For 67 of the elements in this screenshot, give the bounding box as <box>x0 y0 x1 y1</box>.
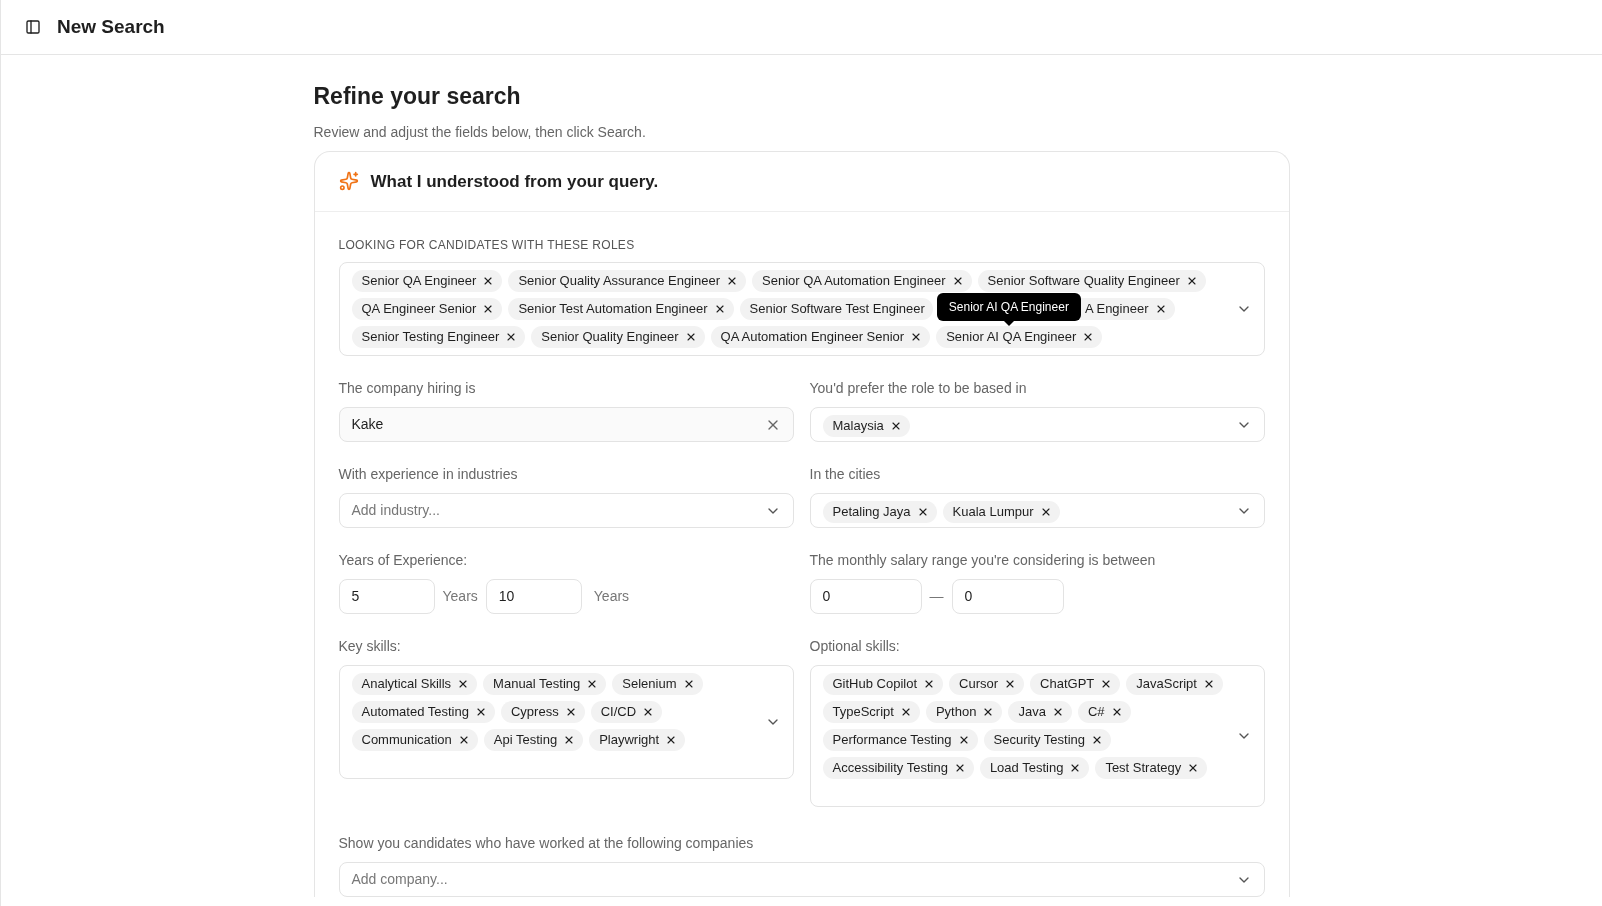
section-label: LOOKING FOR CANDIDATES WITH THESE ROLES <box>338 237 636 254</box>
tag-chip[interactable]: Selenium <box>612 673 703 695</box>
company-history-field[interactable]: Add company... <box>338 862 1265 897</box>
tag-chip[interactable]: CI/CD <box>590 701 663 723</box>
tag-chip[interactable]: Senior QA Engineer <box>351 270 503 292</box>
number-field[interactable]: 5 <box>338 579 435 614</box>
tag-chip[interactable]: Senior Software Quality Engineer <box>977 270 1206 292</box>
tag-chip[interactable]: Senior AI QA Engineer <box>936 326 1103 348</box>
field-label: The company hiring is <box>338 379 477 398</box>
tag-chip[interactable]: ChatGPT <box>1030 673 1121 695</box>
range-separator: — <box>929 587 944 606</box>
company-field[interactable]: Kake <box>338 407 794 442</box>
tag-chip[interactable]: TypeScript <box>822 701 920 723</box>
unit-label: Years <box>442 587 478 606</box>
field-label: Key skills: <box>338 637 402 656</box>
field-label: Show you candidates who have worked at the following companies <box>338 834 755 853</box>
tag-chip[interactable]: QA Automation Engineer Senior <box>710 326 931 348</box>
tag-chip[interactable]: JavaScript <box>1126 673 1223 695</box>
page-title: New Search <box>57 14 165 39</box>
tag-input-field[interactable]: Malaysia <box>809 407 1265 442</box>
tag-chip[interactable]: Cursor <box>949 673 1025 695</box>
tag-chip[interactable]: Senior Testing Engineer <box>351 326 526 348</box>
tag-chip[interactable]: GitHub Copilot <box>822 673 944 695</box>
tag-input-field[interactable]: Petaling Jaya Kuala Lumpur <box>809 493 1265 528</box>
sidebar-toggle-icon[interactable] <box>25 19 41 35</box>
tag-chip[interactable]: Manual Testing <box>483 673 607 695</box>
tag-chip[interactable]: QA Engineer Senior <box>351 298 503 320</box>
tag-chip[interactable]: Load Testing <box>979 757 1090 779</box>
tag-chip[interactable]: Senior Test Automation Engineer <box>508 298 734 320</box>
tag-input-field[interactable]: GitHub Copilot Cursor ChatGPT JavaScript TypeScript Python Java C# Performance Testing Security Testing Accessibility Testing Load Testing Test Strategy <box>809 665 1265 807</box>
field-label: Optional skills: <box>809 637 901 656</box>
tag-chip[interactable]: Senior Quality Engineer <box>531 326 705 348</box>
tag-chip[interactable]: Communication <box>351 729 478 751</box>
tag-chip[interactable]: Api Testing <box>483 729 584 751</box>
number-field[interactable]: 10 <box>485 579 582 614</box>
tag-chip[interactable]: Senior Software Test Engineer <box>739 298 933 320</box>
tag-chip[interactable]: C# <box>1077 701 1131 723</box>
tag-chip[interactable]: Accessibility Testing <box>822 757 974 779</box>
tag-chip[interactable]: Analytical Skills <box>351 673 478 695</box>
tag-chip[interactable]: Petaling Jaya <box>822 501 937 523</box>
tag-chip[interactable]: Playwright <box>589 729 686 751</box>
tag-chip[interactable]: Senior Quality Assurance Engineer <box>508 270 747 292</box>
tag-chip[interactable]: Java <box>1008 701 1072 723</box>
unit-label: Years <box>593 587 630 606</box>
page-subheading: Review and adjust the fields below, then click Search. <box>313 122 647 142</box>
field-label: The monthly salary range you're considering is between <box>809 551 1157 570</box>
tag-chip[interactable]: Malaysia <box>822 415 910 437</box>
tag-chip[interactable]: Performance Testing <box>822 729 978 751</box>
page-heading: Refine your search <box>313 82 522 111</box>
tag-input-field[interactable]: Analytical Skills Manual Testing Selenium Automated Testing Cypress CI/CD Communication Api Testing Playwright <box>338 665 794 779</box>
tag-chip[interactable]: Cypress <box>500 701 585 723</box>
number-field[interactable]: 0 <box>809 579 922 614</box>
number-field[interactable]: 0 <box>951 579 1064 614</box>
field-label: With experience in industries <box>338 465 519 484</box>
card-title: What I understood from your query. <box>370 170 659 193</box>
tag-chip[interactable]: Senior QA Automation Engineer <box>752 270 972 292</box>
tag-input-field[interactable] <box>338 262 1265 356</box>
field-label: In the cities <box>809 465 882 484</box>
sparkle-icon <box>338 171 359 192</box>
industry-field[interactable]: Add industry... <box>338 493 794 528</box>
tag-chip[interactable]: Test Strategy <box>1095 757 1208 779</box>
tag-chip[interactable]: Python <box>925 701 1003 723</box>
tag-chip[interactable]: Kuala Lumpur <box>942 501 1060 523</box>
tag-chip[interactable]: Security Testing <box>983 729 1112 751</box>
field-label: Years of Experience: <box>338 551 469 570</box>
field-label: You'd prefer the role to be based in <box>809 379 1028 398</box>
tag-chip[interactable]: Automated Testing <box>351 701 495 723</box>
